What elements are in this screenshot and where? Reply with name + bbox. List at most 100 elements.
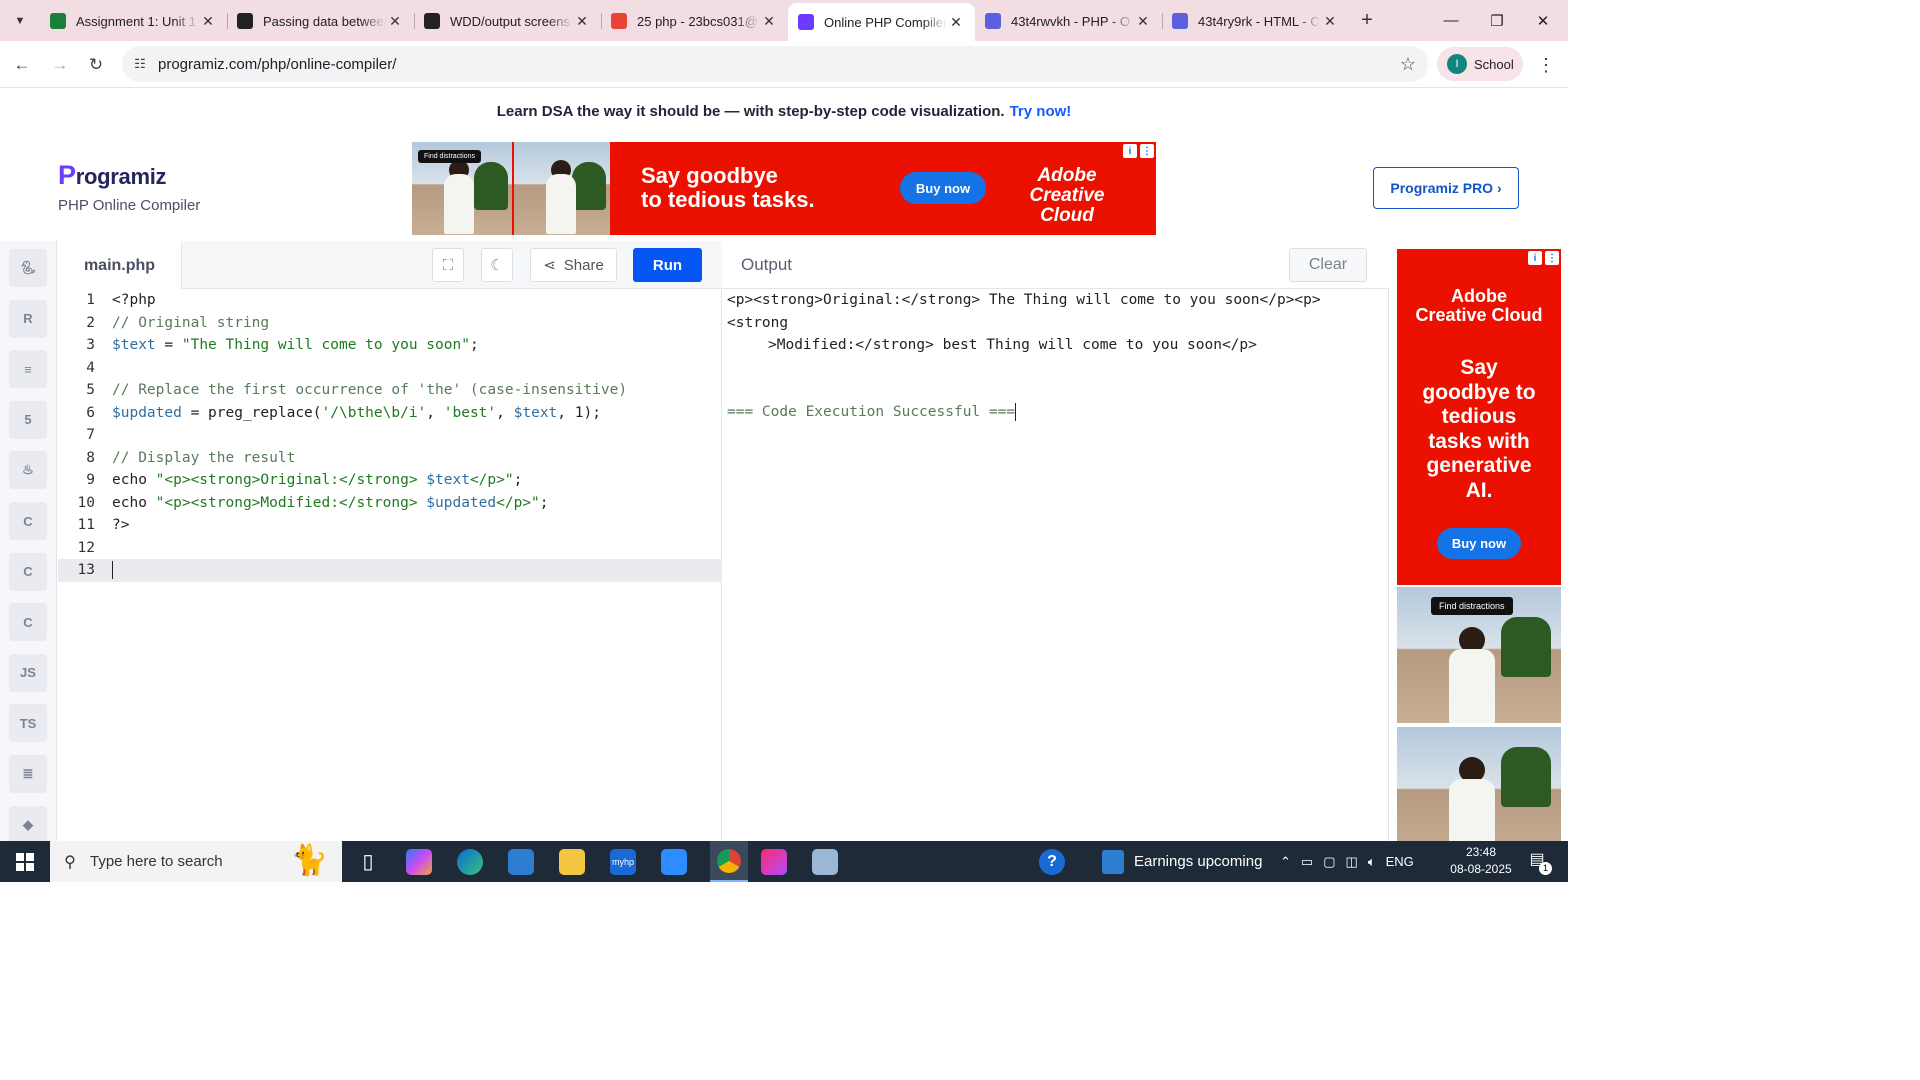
fullscreen-icon[interactable]: ⛶ xyxy=(432,248,464,282)
python-icon[interactable]: 🐍︎ xyxy=(9,249,47,287)
close-tab-icon[interactable]: ✕ xyxy=(1321,13,1339,30)
address-bar[interactable]: ☷ programiz.com/php/online-compiler/ ☆ xyxy=(122,46,1428,82)
browser-tab[interactable]: WDD/output screens ✕ xyxy=(414,4,601,38)
sql-icon[interactable]: ≡ xyxy=(9,350,47,389)
code-line[interactable]: 12 xyxy=(58,537,722,560)
file-tab[interactable]: main.php xyxy=(58,241,182,290)
browser-tab[interactable]: 43t4rwvkh - PHP - O ✕ xyxy=(975,4,1162,38)
file-explorer-icon[interactable] xyxy=(559,849,585,875)
code-line[interactable]: 1 <?php xyxy=(58,289,722,312)
taskbar-search[interactable]: ⚲ Type here to search 🐈 xyxy=(50,841,342,882)
task-view-icon[interactable]: ▯ xyxy=(355,849,381,875)
site-info-icon[interactable]: ☷ xyxy=(122,56,158,72)
code-line[interactable]: 8 // Display the result xyxy=(58,447,722,470)
r-icon[interactable]: R xyxy=(9,299,47,338)
code-area[interactable]: 1 <?php 2 // Original string 3 $text = "The T… xyxy=(58,289,722,582)
forward-icon[interactable]: → xyxy=(46,51,74,79)
close-tab-icon[interactable]: ✕ xyxy=(947,14,965,31)
clock[interactable]: 23:48 08-08-2025 xyxy=(1446,844,1516,878)
bookmark-star-icon[interactable]: ☆ xyxy=(1388,54,1428,75)
code-line[interactable]: 9 echo "<p><strong>Original:</strong> $te… xyxy=(58,469,722,492)
output-console[interactable]: <p><strong>Original:</strong> The Thing … xyxy=(727,289,1377,423)
new-tab-icon[interactable]: + xyxy=(1349,0,1385,41)
ad-choices[interactable]: i ⋮ xyxy=(1528,251,1559,265)
html-icon[interactable]: 5 xyxy=(9,400,47,439)
code-line[interactable]: 10 echo "<p><strong>Modified:</strong> $u… xyxy=(58,492,722,515)
reload-icon[interactable]: ↻ xyxy=(82,51,110,79)
code-line[interactable]: 13 xyxy=(58,559,722,582)
close-tab-icon[interactable]: ✕ xyxy=(573,13,591,30)
browser-tab[interactable]: Passing data between ✕ xyxy=(227,4,414,38)
ad-close-icon[interactable]: ⋮ xyxy=(1545,251,1559,265)
close-window-icon[interactable]: ✕ xyxy=(1520,0,1566,41)
mail-icon[interactable] xyxy=(508,849,534,875)
ad-info-icon[interactable]: i xyxy=(1528,251,1542,265)
code-line[interactable]: 5 // Replace the first occurrence of 'the… xyxy=(58,379,722,402)
line-number: 2 xyxy=(86,314,95,331)
creative-cloud-icon[interactable] xyxy=(761,849,787,875)
swift-icon[interactable]: ◆ xyxy=(9,805,47,844)
code-line[interactable]: 3 $text = "The Thing will come to you soo… xyxy=(58,334,722,357)
zoom-icon[interactable] xyxy=(661,849,687,875)
code-text: // Original string xyxy=(112,314,270,331)
code-line[interactable]: 4 xyxy=(58,357,722,380)
help-icon[interactable]: ? xyxy=(1039,849,1065,875)
input-language[interactable]: ENG xyxy=(1386,854,1414,869)
myhp-icon[interactable]: myhp xyxy=(610,849,636,875)
language-sidebar: 🐍︎ R ≡ 5 ♨ C C C JS TS ≣ ◆ xyxy=(0,241,57,844)
back-icon[interactable]: ← xyxy=(8,51,36,79)
go-icon[interactable]: ≣ xyxy=(9,755,47,793)
csharp-icon[interactable]: C xyxy=(9,603,47,642)
maximize-icon[interactable]: ❐ xyxy=(1474,0,1520,41)
wifi-icon[interactable]: ◫ xyxy=(1346,854,1358,870)
share-button[interactable]: ⋖ Share xyxy=(530,248,617,282)
side-ad-buy-button[interactable]: Buy now xyxy=(1437,528,1521,559)
java-icon[interactable]: ♨ xyxy=(9,451,47,490)
ad-close-icon[interactable]: ⋮ xyxy=(1140,144,1154,158)
code-line[interactable]: 7 xyxy=(58,424,722,447)
side-advertisement[interactable]: Adobe Creative Cloud Say goodbye to tedi… xyxy=(1397,249,1561,841)
tray-chevron-icon[interactable]: ⌃ xyxy=(1280,854,1291,870)
volume-icon[interactable]: 🔈︎ xyxy=(1368,854,1376,870)
dark-mode-icon[interactable]: ☾ xyxy=(481,248,513,282)
clear-button[interactable]: Clear xyxy=(1289,248,1367,282)
close-tab-icon[interactable]: ✕ xyxy=(386,13,404,30)
tab-title: 25 php - 23bcs031@ xyxy=(637,13,758,29)
url-text[interactable]: programiz.com/php/online-compiler/ xyxy=(158,56,1388,73)
profile-button[interactable]: I School xyxy=(1437,47,1523,81)
notepad-icon[interactable] xyxy=(812,849,838,875)
tab-search-icon[interactable]: ▼ xyxy=(0,0,40,41)
battery-icon[interactable]: ▭ xyxy=(1301,854,1313,870)
browser-tab[interactable]: Assignment 1: Unit 1 ✕ xyxy=(40,4,227,38)
news-widget[interactable]: Earnings upcoming xyxy=(1102,841,1262,882)
c-icon[interactable]: C xyxy=(9,502,47,540)
chrome-taskbar-icon[interactable] xyxy=(710,841,748,882)
banner-try-link[interactable]: Try now! xyxy=(1010,103,1072,120)
copilot-icon[interactable] xyxy=(406,849,432,875)
browser-tab[interactable]: Online PHP Compiler ✕ xyxy=(788,3,975,41)
run-button[interactable]: Run xyxy=(633,248,702,282)
browser-tab[interactable]: 25 php - 23bcs031@ ✕ xyxy=(601,4,788,38)
device-icon[interactable]: ▢ xyxy=(1323,854,1335,870)
language-js[interactable]: JS xyxy=(9,653,47,692)
notification-icon[interactable]: ▤ 1 xyxy=(1524,849,1552,875)
browser-tab[interactable]: 43t4ry9rk - HTML - C ✕ xyxy=(1162,4,1349,38)
close-tab-icon[interactable]: ✕ xyxy=(1134,13,1152,30)
minimize-icon[interactable]: — xyxy=(1428,0,1474,41)
edge-icon[interactable] xyxy=(457,849,483,875)
ad-choices[interactable]: i ⋮ xyxy=(1123,144,1154,158)
ad-info-icon[interactable]: i xyxy=(1123,144,1137,158)
top-advertisement[interactable]: Find distractions Say goodbye to tedious… xyxy=(412,142,1156,235)
code-line[interactable]: 2 // Original string xyxy=(58,312,722,335)
language-ts[interactable]: TS xyxy=(9,704,47,743)
close-tab-icon[interactable]: ✕ xyxy=(760,13,778,30)
code-line[interactable]: 11 ?> xyxy=(58,514,722,537)
cpp-icon[interactable]: C xyxy=(9,552,47,591)
start-button[interactable] xyxy=(0,841,50,882)
browser-menu-icon[interactable]: ⋮ xyxy=(1536,51,1556,79)
close-tab-icon[interactable]: ✕ xyxy=(199,13,217,30)
programiz-pro-button[interactable]: Programiz PRO › xyxy=(1373,167,1519,209)
programiz-logo[interactable]: Programiz PHP Online Compiler xyxy=(58,160,200,214)
ad-buy-button[interactable]: Buy now xyxy=(900,172,986,204)
code-line[interactable]: 6 $updated = preg_replace('/\bthe\b/i', '… xyxy=(58,402,722,425)
